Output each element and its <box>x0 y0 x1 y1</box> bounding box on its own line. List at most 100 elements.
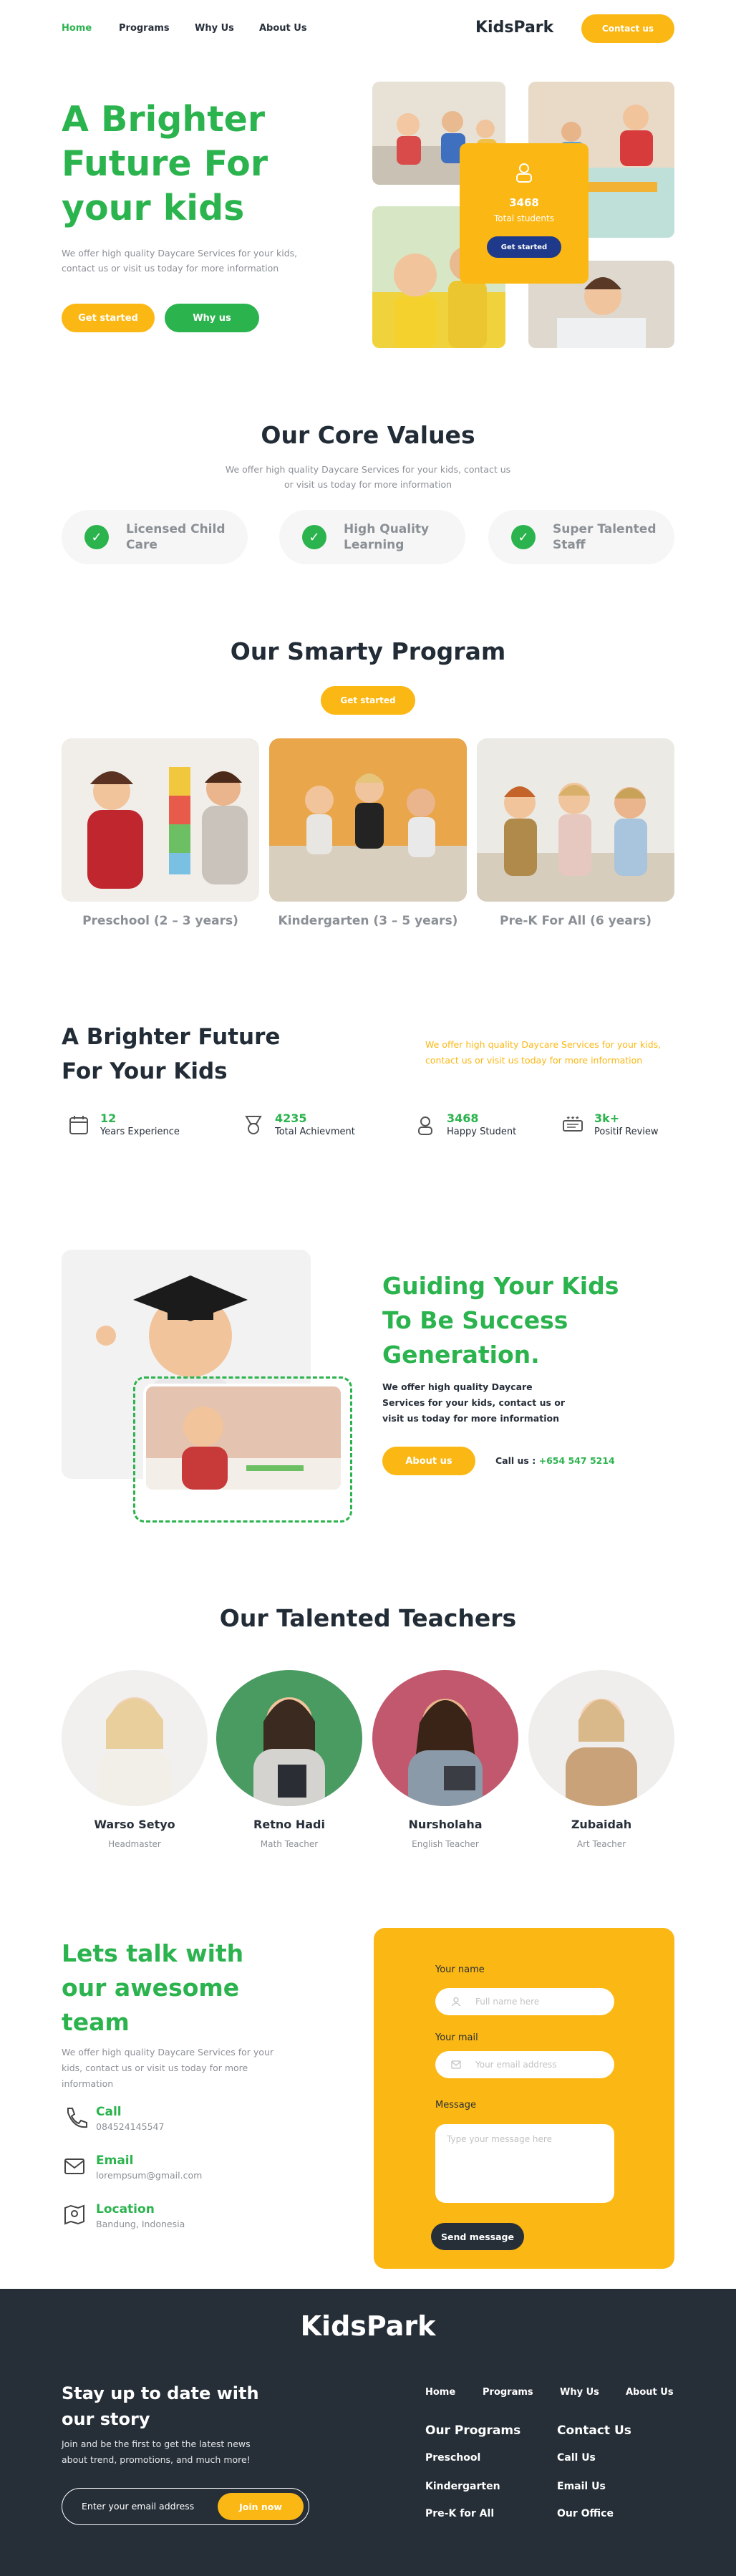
footer: KidsPark Stay up to date with our story … <box>0 2289 736 2576</box>
contact-call-value[interactable]: 084524145547 <box>96 2120 164 2134</box>
contact-subtitle: We offer high quality Daycare Services f… <box>62 2047 274 2089</box>
footer-nav-programs[interactable]: Programs <box>483 2387 533 2398</box>
footer-text: Join and be the first to get the latest … <box>62 2438 251 2465</box>
call-us-number[interactable]: +654 547 5214 <box>539 1455 615 1466</box>
future-subtitle: We offer high quality Daycare Services f… <box>425 1039 662 1066</box>
footer-programs-title: Our Programs <box>425 2423 521 2438</box>
message-label: Message <box>435 2100 476 2111</box>
footer-contact-link[interactable]: Call Us <box>557 2452 596 2464</box>
teacher-photo-warso <box>62 1670 208 1806</box>
mail-icon <box>64 2158 84 2174</box>
stat-reviews: ★★★ 3k+ Positif Review <box>561 1112 659 1139</box>
contact-location: Location Bandung, Indonesia <box>62 2201 185 2232</box>
footer-nav-home[interactable]: Home <box>425 2387 455 2398</box>
teacher-role: Art Teacher <box>576 1839 626 1849</box>
nav-programs[interactable]: Programs <box>119 23 170 34</box>
stat-students: 3468 Happy Student <box>414 1112 516 1139</box>
teacher-role: Headmaster <box>108 1839 161 1849</box>
program-label-prek: Pre-K For All (6 years) <box>499 914 652 928</box>
value-card-staff: ✓ Super Talented Staff <box>488 510 674 564</box>
stat-label: Total Achievment <box>275 1127 355 1137</box>
mail-placeholder: Your email address <box>475 2060 557 2070</box>
contact-call-label: Call <box>96 2105 122 2119</box>
contact-email-label: Email <box>96 2153 134 2168</box>
hero-why-us-button[interactable]: Why us <box>165 304 259 332</box>
name-input[interactable]: Full name here <box>435 1988 614 2015</box>
name-label: Your name <box>435 1964 485 1975</box>
teacher-photo-retno <box>216 1670 362 1806</box>
map-icon <box>64 2204 84 2225</box>
value-label: Super Talented Staff <box>553 522 657 552</box>
teachers-title: Our Talented Teachers <box>219 1604 517 1632</box>
guiding-text: We offer high quality Daycare Services f… <box>382 1381 566 1424</box>
contact-call: Call 084524145547 <box>62 2104 164 2134</box>
footer-program-link[interactable]: Preschool <box>425 2452 480 2464</box>
hero-title: A Brighter Future For your kids <box>62 99 268 228</box>
brand-logo[interactable]: KidsPark <box>475 19 553 37</box>
footer-contact-link[interactable]: Email Us <box>557 2481 606 2492</box>
future-title: A Brighter Future For Your Kids <box>62 1024 281 1084</box>
medal-icon <box>245 1116 262 1134</box>
email-input[interactable]: Your email address <box>435 2051 614 2078</box>
contact-email-value[interactable]: lorempsum@gmail.com <box>96 2169 202 2183</box>
about-us-button[interactable]: About us <box>382 1447 475 1475</box>
nav-why-us[interactable]: Why Us <box>195 23 234 34</box>
total-students-value: 3468 <box>509 196 539 209</box>
contact-us-button[interactable]: Contact us <box>581 14 674 43</box>
check-icon: ✓ <box>511 525 536 549</box>
contact-form <box>374 1928 674 2269</box>
review-icon: ★★★ <box>563 1115 583 1132</box>
nav-about-us[interactable]: About Us <box>259 23 307 34</box>
footer-program-link[interactable]: Kindergarten <box>425 2481 500 2492</box>
program-title: Our Smarty Program <box>230 637 506 665</box>
nav-home[interactable]: Home <box>62 23 92 34</box>
card-get-started-button[interactable]: Get started <box>487 236 561 258</box>
contact-title: Lets talk with our awesome team <box>62 1939 244 2036</box>
mail-icon <box>451 2060 461 2069</box>
check-icon: ✓ <box>302 525 326 549</box>
guiding-title: Guiding Your Kids To Be Success Generati… <box>382 1272 619 1369</box>
footer-contact-link[interactable]: Our Office <box>557 2508 614 2519</box>
name-placeholder: Full name here <box>475 1997 540 2007</box>
calendar-icon <box>69 1116 88 1134</box>
stat-value: 12 <box>100 1111 117 1125</box>
teacher-photo-nursholaha <box>372 1670 518 1806</box>
footer-brand[interactable]: KidsPark <box>0 2310 736 2342</box>
contact-location-value: Bandung, Indonesia <box>96 2219 185 2229</box>
footer-nav-about-us[interactable]: About Us <box>626 2387 674 2398</box>
student-icon <box>516 163 532 183</box>
program-label-kindergarten: Kindergarten (3 – 5 years) <box>278 914 458 928</box>
footer-title: Stay up to date with our story <box>62 2383 259 2429</box>
hero-get-started-button[interactable]: Get started <box>62 304 155 332</box>
newsletter-email-input[interactable]: Enter your email address <box>82 2501 194 2512</box>
teacher-name: Retno Hadi <box>253 1818 325 1831</box>
teacher-name: Warso Setyo <box>94 1818 175 1831</box>
teacher-name: Zubaidah <box>571 1818 632 1831</box>
phone-icon <box>67 2108 87 2128</box>
toddler-drawing-photo <box>143 1384 344 1492</box>
stat-years: 12 Years Experience <box>67 1112 180 1139</box>
teacher-role: Math Teacher <box>260 1839 319 1849</box>
svg-text:★★★: ★★★ <box>566 1115 580 1121</box>
total-students-label: Total students <box>494 213 554 223</box>
program-get-started-button[interactable]: Get started <box>321 686 415 715</box>
teacher-photo-zubaidah <box>528 1670 674 1806</box>
core-values-title: Our Core Values <box>261 421 475 449</box>
student-icon <box>418 1116 432 1135</box>
stat-label: Years Experience <box>100 1127 180 1137</box>
footer-program-link[interactable]: Pre-K for All <box>425 2508 494 2519</box>
stat-label: Positif Review <box>594 1127 659 1137</box>
program-label-preschool: Preschool (2 – 3 years) <box>82 914 238 928</box>
call-us-label: Call us : <box>495 1455 536 1466</box>
value-card-licensed: ✓ Licensed Child Care <box>62 510 248 564</box>
message-textarea[interactable]: Type your message here <box>435 2124 614 2203</box>
hero-subtitle: We offer high quality Daycare Services f… <box>62 248 298 274</box>
join-now-button[interactable]: Join now <box>218 2493 304 2520</box>
teacher-name: Nursholaha <box>408 1818 483 1831</box>
send-message-button[interactable]: Send message <box>431 2223 524 2250</box>
program-photo-kindergarten <box>269 738 467 902</box>
value-label: High Quality Learning <box>344 522 430 552</box>
footer-nav-why-us[interactable]: Why Us <box>560 2387 599 2398</box>
teacher-role: English Teacher <box>412 1839 479 1849</box>
stat-value: 3k+ <box>594 1111 620 1125</box>
